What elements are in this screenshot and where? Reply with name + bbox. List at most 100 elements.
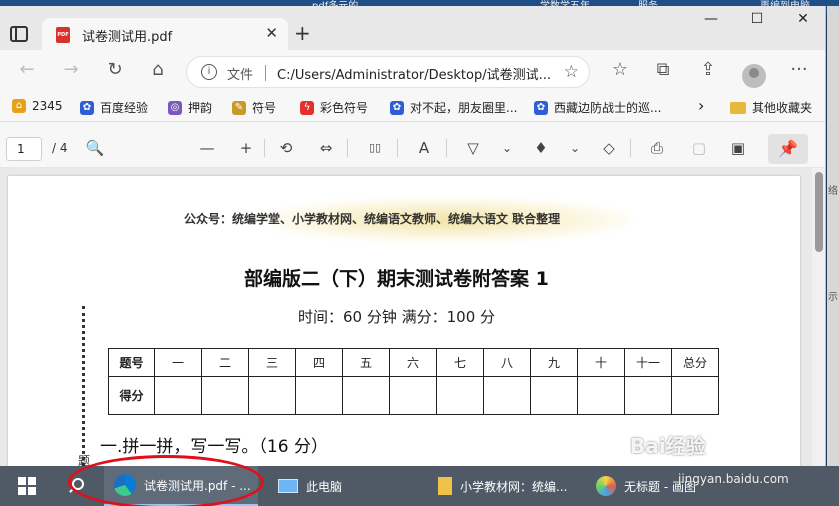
baidu-watermark-url: jingyan.baidu.com (678, 472, 789, 486)
maximize-button[interactable]: ☐ (734, 6, 780, 36)
forward-icon[interactable]: → (60, 60, 82, 80)
zoom-out-icon[interactable]: — (196, 139, 218, 157)
table-cell: 五 (342, 348, 390, 377)
paw-icon: ✿ (390, 100, 404, 115)
save-as-icon[interactable]: ▣ (727, 139, 749, 157)
table-cell: 得分 (108, 376, 155, 415)
info-icon[interactable]: i (201, 64, 217, 80)
background-window-edge: 络 示 (827, 6, 839, 466)
computer-icon (278, 479, 298, 493)
collections-icon[interactable]: ⧉ (652, 60, 674, 80)
document-title: 部编版二（下）期末测试卷附答案 1 (244, 268, 549, 290)
table-cell: 三 (248, 348, 296, 377)
start-windows-icon[interactable] (18, 477, 36, 495)
toolbar-divider (397, 139, 398, 157)
tab-pdf[interactable]: PDF 试卷测试用.pdf ✕ (42, 18, 288, 50)
table-cell (201, 376, 249, 415)
fit-width-icon[interactable]: ⇔ (315, 139, 337, 157)
other-favorites-label: 其他收藏夹 (752, 101, 813, 115)
table-cell (483, 376, 531, 415)
pdf-file-icon: PDF (56, 27, 70, 43)
favorites-bar: ⌂ 2345 ✿ 百度经验 ◎ 押韵 ✎ 符号 ϟ 彩色符号 ✿ 对不起，朋友圈… (0, 92, 825, 122)
pin-toolbar-icon[interactable]: 📌 (768, 134, 808, 164)
taskbar-item-explorer-folder[interactable]: 小学教材网：统编... (428, 466, 578, 506)
more-menu-icon[interactable]: ··· (788, 60, 810, 80)
table-cell (342, 376, 390, 415)
table-cell: 九 (530, 348, 578, 377)
refresh-icon[interactable]: ↻ (104, 60, 126, 80)
page-total-label: / 4 (52, 141, 68, 155)
draw-icon[interactable]: ▽ (462, 139, 484, 157)
table-cell (248, 376, 296, 415)
flash-icon: ϟ (300, 100, 314, 115)
favorite-2345[interactable]: ⌂ 2345 (12, 99, 63, 113)
close-window-button[interactable]: ✕ (780, 6, 825, 36)
close-tab-icon[interactable]: ✕ (265, 24, 278, 42)
edge-browser-window: PDF 试卷测试用.pdf ✕ + — ☐ ✕ ← → ↻ ⌂ i 文件 C:/… (0, 6, 826, 466)
table-cell: 十一 (624, 348, 672, 377)
favorite-yayun[interactable]: ◎ 押韵 (168, 99, 212, 116)
favorite-label: 对不起，朋友圈里... (410, 101, 518, 115)
read-aloud-icon[interactable]: A (413, 139, 435, 157)
page-number-input[interactable]: 1 (6, 137, 42, 161)
pencil-icon: ✎ (232, 100, 246, 115)
pdf-toolbar: 1 / 4 🔍 — + ⟲ ⇔ ▯▯ A ▽ ⌄ ♦ ⌄ ◇ ⎙ ▢ ▣ 📌 (0, 128, 825, 168)
favorite-article-1[interactable]: ✿ 对不起，朋友圈里... (390, 99, 517, 116)
draw-options-chevron-icon[interactable]: ⌄ (496, 139, 518, 157)
home-icon[interactable]: ⌂ (147, 60, 169, 80)
edge-text: 示 (828, 292, 838, 303)
favorite-baidu-jingyan[interactable]: ✿ 百度经验 (80, 99, 148, 116)
home-icon: ⌂ (12, 99, 26, 113)
profile-avatar[interactable] (742, 64, 766, 88)
print-icon[interactable]: ⎙ (646, 139, 668, 157)
favorite-label: 百度经验 (100, 101, 149, 115)
new-tab-button[interactable]: + (294, 23, 311, 43)
zoom-in-icon[interactable]: + (235, 139, 257, 157)
favorites-icon[interactable]: ☆ (609, 60, 631, 80)
address-separator (265, 65, 266, 81)
tab-title: 试卷测试用.pdf (82, 30, 173, 45)
back-icon[interactable]: ← (16, 60, 38, 80)
eraser-icon[interactable]: ◇ (598, 139, 620, 157)
highlight-icon[interactable]: ♦ (530, 139, 552, 157)
table-cell (154, 376, 202, 415)
url-text[interactable]: C:/Users/Administrator/Desktop/试卷测试... (277, 64, 551, 83)
pdf-viewer[interactable]: 公众号：统编学堂、小学教材网、统编语文教师、统编大语文 联合整理 部编版二（下）… (0, 168, 825, 466)
other-favorites-folder[interactable]: 其他收藏夹 (730, 99, 812, 116)
rotate-icon[interactable]: ⟲ (275, 139, 297, 157)
table-cell (295, 376, 343, 415)
taskbar-item-label: 此电脑 (306, 479, 343, 494)
pdf-page: 公众号：统编学堂、小学教材网、统编语文教师、统编大语文 联合整理 部编版二（下）… (8, 176, 800, 466)
table-row: 题号 一 二 三 四 五 六 七 八 九 十 十一 总分 (108, 348, 719, 377)
window-controls: — ☐ ✕ (688, 6, 825, 36)
table-cell (436, 376, 484, 415)
favorite-article-2[interactable]: ✿ 西藏边防战士的巡... (534, 99, 661, 116)
save-icon[interactable]: ▢ (688, 139, 710, 157)
table-cell: 四 (295, 348, 343, 377)
highlight-options-chevron-icon[interactable]: ⌄ (564, 139, 586, 157)
table-cell: 十 (577, 348, 625, 377)
favorites-overflow-chevron-icon[interactable]: › (698, 96, 704, 115)
page-view-icon[interactable]: ▯▯ (364, 139, 386, 157)
favorite-label: 彩色符号 (320, 101, 369, 115)
vertical-scrollbar[interactable] (812, 168, 825, 466)
add-favorite-icon[interactable]: ☆ (564, 62, 579, 82)
edge-text: 络 (828, 186, 838, 197)
paw-icon: ✿ (534, 100, 548, 115)
favorite-colored-symbols[interactable]: ϟ 彩色符号 (300, 99, 368, 116)
search-icon[interactable]: 🔍 (84, 139, 106, 157)
tab-actions-icon[interactable] (10, 26, 28, 42)
address-bar[interactable]: i 文件 C:/Users/Administrator/Desktop/试卷测试… (186, 56, 590, 88)
dotted-binding-line (82, 306, 85, 466)
binding-side-char: 题 (78, 454, 91, 466)
favorite-label: 2345 (32, 99, 63, 113)
toolbar-divider (630, 139, 631, 157)
scrollbar-thumb[interactable] (815, 172, 823, 252)
favorite-label: 西藏边防战士的巡... (554, 101, 662, 115)
favorite-fuhao[interactable]: ✎ 符号 (232, 99, 276, 116)
tab-bar: PDF 试卷测试用.pdf ✕ + — ☐ ✕ (0, 6, 825, 50)
share-icon[interactable]: ⇪ (697, 60, 719, 80)
minimize-button[interactable]: — (688, 6, 734, 36)
taskbar-item-this-pc[interactable]: 此电脑 (268, 466, 418, 506)
highlight-annotation-circle (68, 455, 264, 506)
